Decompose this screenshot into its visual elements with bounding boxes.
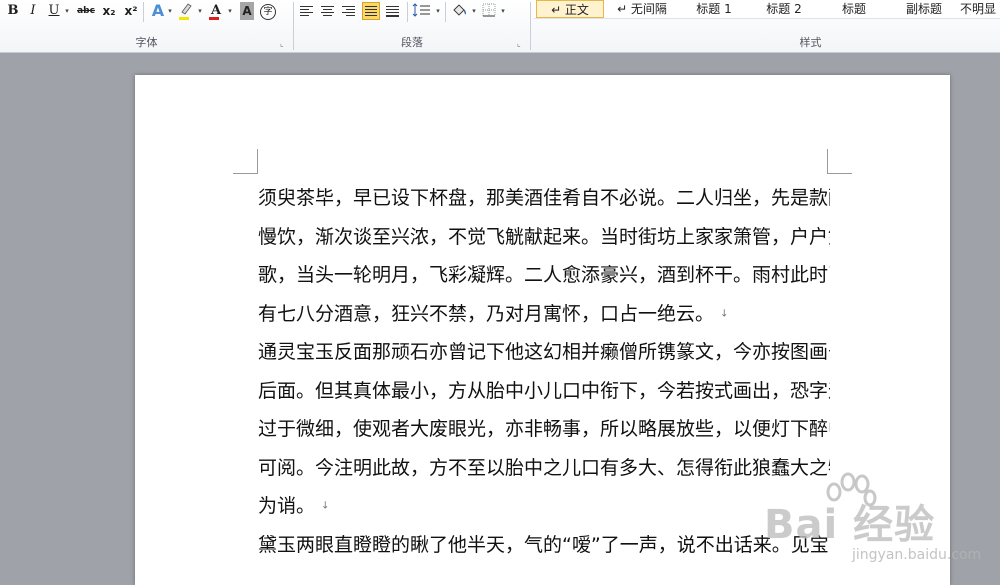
subscript-button[interactable]: x₂	[100, 2, 118, 20]
top-right-margin-mark	[827, 149, 852, 174]
shading-dropdown-icon[interactable]: ▾	[470, 2, 478, 20]
superscript-button[interactable]: x²	[122, 2, 140, 20]
enclose-char-icon: 字	[260, 4, 276, 20]
strikethrough-button[interactable]: abc	[76, 2, 96, 20]
highlight-button[interactable]	[177, 2, 195, 20]
line-spacing-dropdown-icon[interactable]: ▾	[434, 2, 442, 20]
text-line[interactable]: 通灵宝玉反面那顽石亦曾记下他这幻相并癞僧所镌篆文，今亦按图画于	[258, 333, 830, 372]
highlighter-icon	[181, 3, 192, 15]
font-separator	[143, 2, 144, 22]
borders-dropdown-icon[interactable]: ▾	[499, 2, 507, 20]
distributed-button[interactable]	[384, 2, 402, 20]
italic-button[interactable]: I	[25, 2, 41, 20]
font-color-bar	[209, 17, 219, 20]
text-line[interactable]: 歌，当头一轮明月，飞彩凝辉。二人愈添豪兴，酒到杯干。雨村此时已	[258, 256, 830, 295]
document-page[interactable]: 须臾茶毕，早已设下杯盘，那美酒佳肴自不必说。二人归坐，先是款酌 慢饮，渐次谈至兴…	[135, 75, 950, 585]
align-center-button[interactable]	[319, 2, 337, 20]
text-effect-button[interactable]: A	[149, 2, 167, 20]
text-line[interactable]: 后面。但其真体最小，方从胎中小儿口中衔下，今若按式画出，恐字迹	[258, 372, 830, 411]
font-color-dropdown-icon[interactable]: ▾	[226, 2, 234, 20]
align-left-button[interactable]	[298, 2, 316, 20]
highlight-dropdown-icon[interactable]: ▾	[196, 2, 204, 20]
font-dialog-launcher-icon[interactable]: ⌞	[280, 40, 288, 48]
text-line-content: 有七八分酒意，狂兴不禁，乃对月寓怀，口占一绝云。	[258, 302, 715, 325]
border-icon	[482, 3, 496, 17]
font-color-letter: A	[210, 3, 222, 18]
text-effect-dropdown-icon[interactable]: ▾	[166, 2, 174, 20]
text-line[interactable]: 为诮。 ↓	[258, 487, 830, 526]
paragraph-mark-icon: ↓	[321, 500, 330, 512]
paragraph-group-label: 段落	[401, 36, 423, 49]
justify-button[interactable]	[362, 2, 380, 20]
styles-group-label: 样式	[799, 36, 822, 49]
paragraph-separator-2	[445, 2, 446, 22]
paragraph-dialog-launcher-icon[interactable]: ⌞	[517, 40, 525, 48]
ribbon: B I U ▾ abc x₂ x² A ▾ ▾ A ▾ A 字 字体 ⌞ ▾ ▾…	[0, 0, 1000, 53]
paint-bucket-icon	[453, 4, 467, 16]
borders-button[interactable]	[481, 2, 499, 20]
shading-button[interactable]	[450, 2, 470, 20]
document-body[interactable]: 须臾茶毕，早已设下杯盘，那美酒佳肴自不必说。二人归坐，先是款酌 慢饮，渐次谈至兴…	[258, 179, 830, 564]
text-line[interactable]: 黛玉两眼直瞪瞪的瞅了他半天，气的“嗳”了一声，说不出话来。见宝	[258, 526, 830, 565]
font-group: B I U ▾ abc x₂ x² A ▾ ▾ A ▾ A 字 字体 ⌞	[0, 0, 293, 52]
align-right-button[interactable]	[340, 2, 358, 20]
top-left-margin-mark	[233, 149, 258, 174]
bold-button[interactable]: B	[5, 2, 21, 20]
styles-group: 样式	[531, 0, 1000, 52]
line-spacing-button[interactable]	[412, 2, 434, 20]
font-color-button[interactable]: A	[207, 2, 225, 20]
text-line[interactable]: 有七八分酒意，狂兴不禁，乃对月寓怀，口占一绝云。 ↓	[258, 295, 830, 334]
paragraph-separator	[407, 2, 408, 22]
text-line-content: 为诮。	[258, 495, 316, 517]
enclose-char-button[interactable]: 字	[259, 2, 277, 20]
underline-dropdown-icon[interactable]: ▾	[63, 2, 71, 20]
text-line[interactable]: 过于微细，使观者大废眼光，亦非畅事，所以略展放些，以便灯下醉中	[258, 410, 830, 449]
line-spacing-icon	[412, 3, 430, 17]
underline-button[interactable]: U	[46, 2, 62, 20]
char-shading-button[interactable]: A	[240, 2, 254, 20]
font-group-label: 字体	[135, 36, 158, 49]
text-line[interactable]: 须臾茶毕，早已设下杯盘，那美酒佳肴自不必说。二人归坐，先是款酌	[258, 179, 830, 218]
highlight-color-bar	[179, 17, 189, 20]
paragraph-mark-icon: ↓	[720, 307, 729, 319]
text-line[interactable]: 慢饮，渐次谈至兴浓，不觉飞觥献起来。当时街坊上家家箫管，户户笙	[258, 218, 830, 257]
paragraph-group: ▾ ▾ ▾ 段落 ⌞	[294, 0, 530, 52]
text-line[interactable]: 可阅。今注明此故，方不至以胎中之儿口有多大、怎得衔此狼蠢大之物	[258, 449, 830, 488]
